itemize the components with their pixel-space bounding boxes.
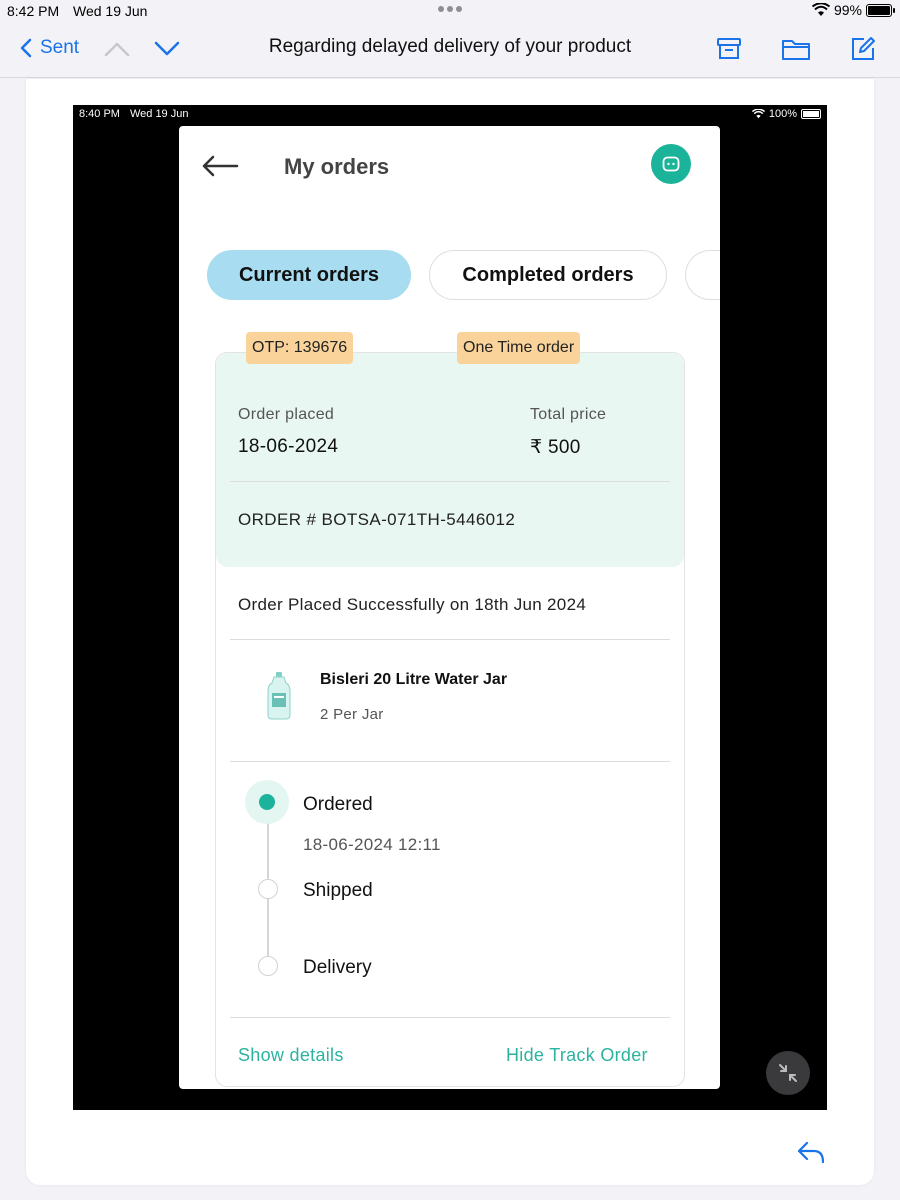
screenshot-date: Wed 19 Jun bbox=[129, 108, 189, 120]
attached-screenshot[interactable]: 8:40 PM Wed 19 Jun 100% My orders Curren… bbox=[73, 105, 827, 1110]
show-details-link[interactable]: Show details bbox=[238, 1045, 344, 1066]
folder-icon[interactable] bbox=[781, 36, 811, 62]
timeline-dot-ordered bbox=[245, 780, 289, 824]
otp-badge: OTP: 139676 bbox=[246, 332, 354, 364]
timeline-time-ordered: 18-06-2024 12:11 bbox=[303, 835, 441, 854]
tab-completed-orders[interactable]: Completed orders bbox=[429, 250, 667, 300]
divider bbox=[230, 761, 670, 762]
back-arrow-icon[interactable] bbox=[201, 154, 239, 178]
orders-app: My orders Current orders Completed order… bbox=[179, 126, 720, 1089]
divider bbox=[230, 639, 670, 640]
collapse-arrows-icon bbox=[779, 1064, 797, 1082]
collapse-button[interactable] bbox=[766, 1051, 810, 1095]
timeline-label-shipped: Shipped bbox=[303, 880, 373, 901]
battery-icon bbox=[801, 109, 821, 119]
tab-overflow[interactable] bbox=[685, 250, 720, 300]
chat-support-button[interactable] bbox=[651, 144, 691, 184]
wifi-icon bbox=[811, 3, 830, 16]
order-placed-label: Order placed bbox=[238, 406, 335, 423]
multitasking-dots-icon[interactable] bbox=[438, 6, 462, 12]
chat-bot-icon bbox=[662, 156, 680, 172]
hide-track-order-link[interactable]: Hide Track Order bbox=[506, 1045, 648, 1066]
total-price-value: ₹ 500 bbox=[530, 437, 581, 458]
timeline-dot-delivery bbox=[258, 956, 278, 976]
timeline-label-delivery: Delivery bbox=[303, 957, 372, 978]
screenshot-battery-percent: 100% bbox=[768, 108, 797, 120]
compose-icon[interactable] bbox=[850, 36, 876, 62]
screenshot-status-right: 100% bbox=[751, 108, 821, 120]
page-title: My orders bbox=[284, 154, 390, 179]
order-tabs: Current orders Completed orders bbox=[207, 250, 720, 302]
order-number: ORDER # BOTSA-071TH-5446012 bbox=[238, 510, 516, 529]
screenshot-status-left: 8:40 PM Wed 19 Jun bbox=[79, 108, 188, 120]
order-card: OTP: 139676 One Time order Order placed … bbox=[215, 332, 685, 1087]
order-placed-value: 18-06-2024 bbox=[238, 436, 339, 457]
water-jar-image bbox=[267, 672, 291, 720]
order-type-badge: One Time order bbox=[457, 332, 581, 364]
app-header: My orders bbox=[179, 126, 720, 206]
divider bbox=[230, 1017, 670, 1018]
divider bbox=[230, 481, 670, 482]
timeline-label-ordered: Ordered bbox=[303, 794, 373, 815]
battery-icon bbox=[866, 3, 895, 17]
tab-current-orders[interactable]: Current orders bbox=[207, 250, 411, 300]
product-name: Bisleri 20 Litre Water Jar bbox=[320, 671, 508, 688]
archive-icon[interactable] bbox=[716, 36, 742, 62]
battery-percent: 99% bbox=[833, 2, 862, 18]
reply-icon[interactable] bbox=[796, 1140, 826, 1166]
order-summary: OTP: 139676 One Time order Order placed … bbox=[216, 332, 684, 567]
mail-toolbar: Sent Regarding delayed delivery of your … bbox=[0, 22, 900, 78]
mail-subject: Regarding delayed delivery of your produ… bbox=[268, 36, 632, 57]
product-quantity: 2 Per Jar bbox=[320, 706, 384, 723]
status-bar: 8:42 PM Wed 19 Jun 99% bbox=[0, 0, 900, 22]
wifi-icon bbox=[751, 109, 765, 119]
screenshot-time: 8:40 PM bbox=[79, 108, 120, 120]
order-status-message: Order Placed Successfully on 18th Jun 20… bbox=[238, 595, 587, 614]
status-time: 8:42 PM bbox=[7, 3, 60, 19]
timeline-dot-shipped bbox=[258, 879, 278, 899]
total-price-label: Total price bbox=[530, 406, 607, 423]
status-date: Wed 19 Jun bbox=[73, 3, 148, 19]
